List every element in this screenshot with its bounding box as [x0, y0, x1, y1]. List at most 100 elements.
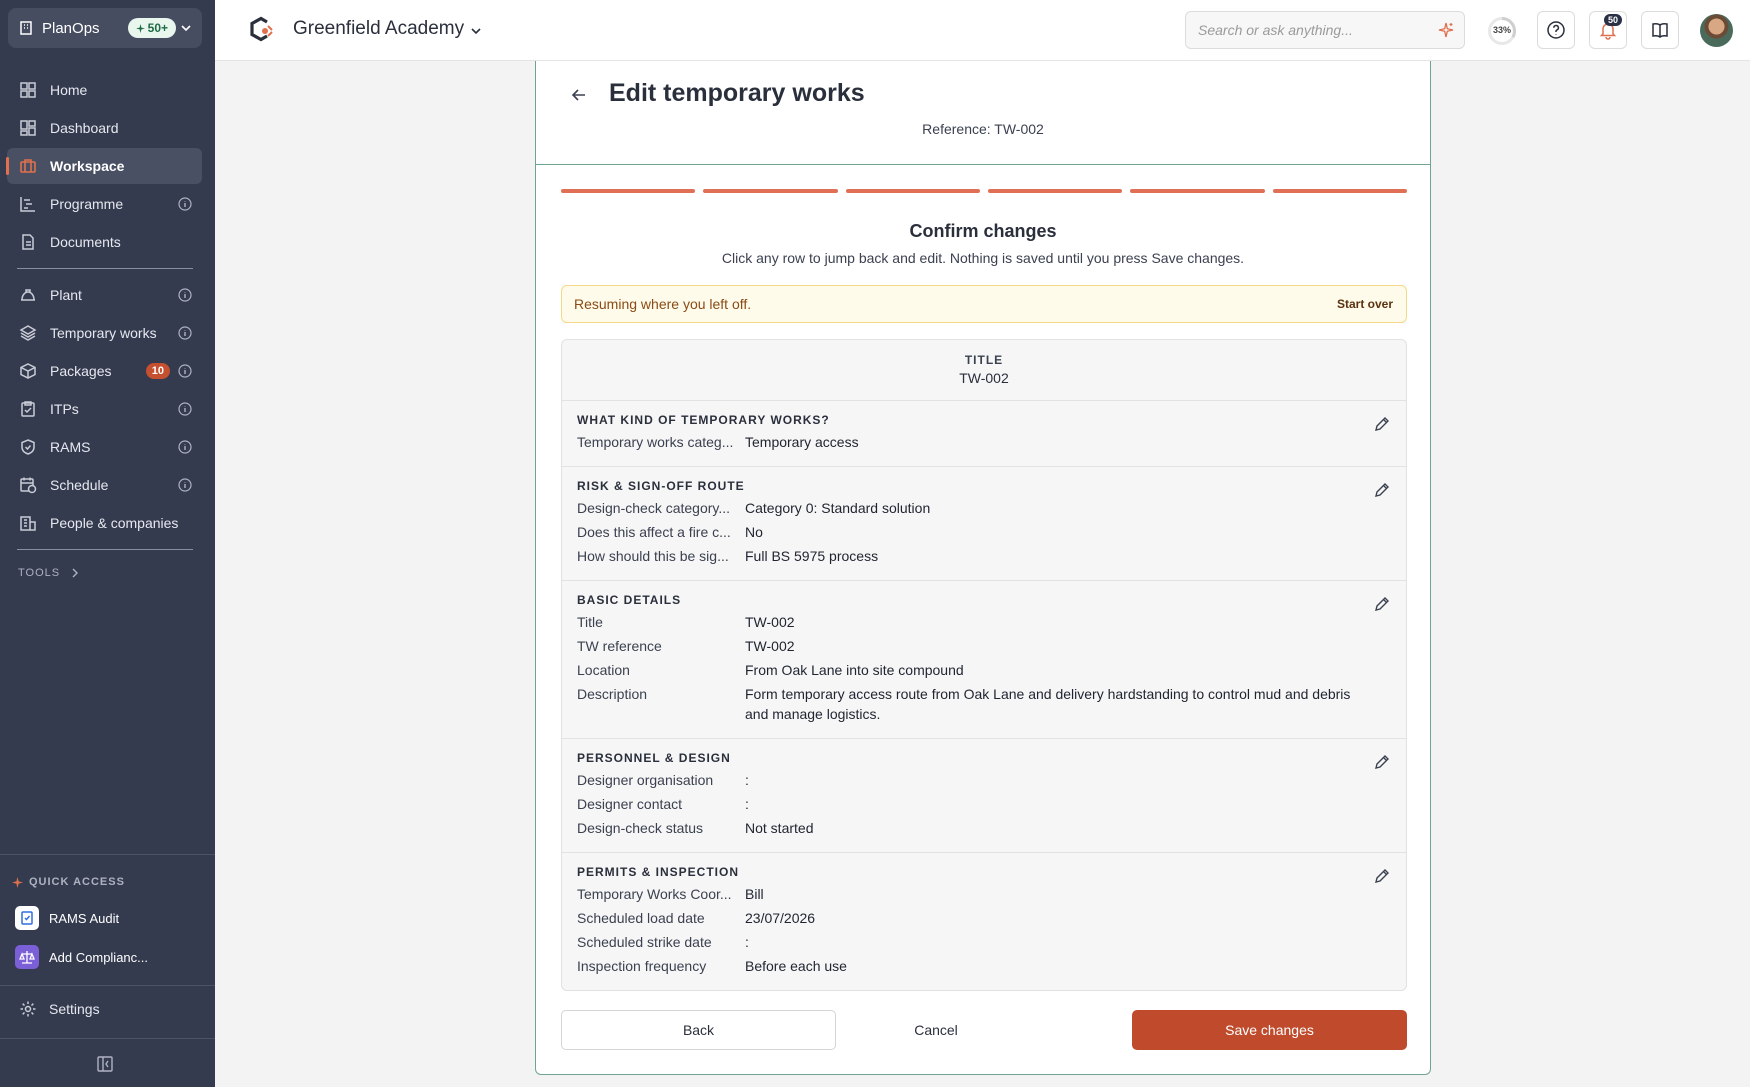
- org-switcher[interactable]: PlanOps 50+: [8, 8, 202, 48]
- ai-sparkle-icon[interactable]: [1438, 22, 1454, 38]
- search-input[interactable]: [1186, 12, 1416, 48]
- row-value: Before each use: [745, 958, 847, 974]
- document-icon: [22, 234, 34, 250]
- pencil-icon[interactable]: [1373, 415, 1391, 433]
- tools-section-toggle[interactable]: TOOLS: [0, 558, 215, 588]
- summary-row[interactable]: Description Form temporary access route f…: [577, 684, 1391, 724]
- sidebar-item-workspace[interactable]: Workspace: [6, 148, 202, 184]
- guide-button[interactable]: [1641, 11, 1679, 49]
- layers-icon: [19, 325, 37, 341]
- step-indicator[interactable]: [1130, 189, 1265, 193]
- summary-section-risk[interactable]: RISK & SIGN-OFF ROUTE Design-check categ…: [562, 467, 1406, 581]
- summary-row[interactable]: TW reference TW-002: [577, 636, 1391, 656]
- step-indicator[interactable]: [1272, 189, 1407, 193]
- back-arrow-icon[interactable]: [569, 85, 589, 105]
- summary-section-basic-details[interactable]: BASIC DETAILS Title TW-002 TW reference TW…: [562, 581, 1406, 739]
- setup-progress-ring[interactable]: 33%: [1487, 16, 1517, 46]
- sidebar-item-documents[interactable]: Documents: [7, 224, 202, 260]
- info-icon[interactable]: [178, 197, 192, 211]
- summary-row[interactable]: Design-check status Not started: [577, 818, 1391, 838]
- sidebar-item-plant[interactable]: Plant: [7, 277, 202, 313]
- row-value: Not started: [745, 820, 814, 836]
- credits-badge-value: 50+: [147, 21, 168, 35]
- step-progress: [561, 189, 1407, 193]
- info-icon[interactable]: [178, 364, 192, 378]
- quick-access-add-compliance[interactable]: Add Complianc...: [15, 944, 148, 970]
- sidebar-item-label: RAMS: [50, 439, 91, 455]
- summary-row[interactable]: Designer organisation:: [577, 770, 1391, 790]
- section-heading: PERMITS & INSPECTION: [577, 865, 740, 879]
- sidebar-item-home[interactable]: Home: [7, 72, 202, 108]
- row-value: :: [745, 934, 749, 950]
- section-heading: PERSONNEL & DESIGN: [577, 751, 731, 765]
- start-over-button[interactable]: Start over: [1337, 297, 1393, 311]
- info-icon[interactable]: [178, 478, 192, 492]
- notification-count: 50: [1603, 14, 1622, 26]
- pencil-icon[interactable]: [1373, 867, 1391, 885]
- collapse-sidebar-icon[interactable]: [96, 1055, 114, 1073]
- user-avatar[interactable]: [1700, 14, 1733, 47]
- summary-row[interactable]: Temporary Works Coor... Bill: [577, 884, 1391, 904]
- quick-access-label: Add Complianc...: [49, 949, 148, 965]
- summary-row[interactable]: Scheduled strike date:: [577, 932, 1391, 952]
- back-button[interactable]: Back: [561, 1010, 836, 1050]
- sidebar-item-dashboard[interactable]: Dashboard: [7, 110, 202, 146]
- pencil-icon[interactable]: [1373, 481, 1391, 499]
- sidebar-item-itps[interactable]: ITPs: [7, 391, 202, 427]
- step-indicator[interactable]: [703, 189, 838, 193]
- section-heading: RISK & SIGN-OFF ROUTE: [577, 479, 745, 493]
- sidebar-item-programme[interactable]: Programme: [7, 186, 202, 222]
- sidebar-item-label: Workspace: [50, 158, 125, 174]
- chevron-down-icon[interactable]: [469, 24, 483, 38]
- scales-icon: [15, 945, 39, 969]
- info-icon[interactable]: [178, 326, 192, 340]
- row-label: Designer contact: [577, 796, 683, 812]
- app-logo-icon[interactable]: [247, 16, 275, 44]
- row-label: Does this affect a fire c...: [577, 524, 731, 540]
- dashboard-icon: [20, 120, 36, 136]
- step-indicator[interactable]: [845, 189, 980, 193]
- row-label: How should this be sig...: [577, 548, 729, 564]
- summary-row[interactable]: Designer contact:: [577, 794, 1391, 814]
- packages-count-badge: 10: [145, 363, 170, 379]
- row-label: Inspection frequency: [577, 958, 707, 974]
- help-button[interactable]: [1537, 11, 1575, 49]
- sidebar-item-packages[interactable]: Packages 10: [7, 353, 202, 389]
- settings-label: Settings: [49, 1001, 100, 1017]
- summary-section-kind[interactable]: WHAT KIND OF TEMPORARY WORKS? Temporary …: [562, 401, 1406, 467]
- pencil-icon[interactable]: [1373, 753, 1391, 771]
- project-name[interactable]: Greenfield Academy: [293, 18, 464, 40]
- sidebar-item-temporary-works[interactable]: Temporary works: [7, 315, 202, 351]
- summary-title-row[interactable]: TITLE TW-002: [562, 340, 1406, 401]
- notifications-button[interactable]: 50: [1589, 11, 1627, 49]
- summary-row[interactable]: Inspection frequency Before each use: [577, 956, 1391, 976]
- summary-row[interactable]: Title TW-002: [577, 612, 1391, 632]
- summary-row[interactable]: Does this affect a fire c... No: [577, 522, 1391, 542]
- summary-section-permits[interactable]: PERMITS & INSPECTION Temporary Works Coo…: [562, 853, 1406, 990]
- page-title: Edit temporary works: [609, 79, 865, 107]
- summary-row[interactable]: Temporary works categ... Temporary access: [577, 432, 1391, 452]
- info-icon[interactable]: [178, 288, 192, 302]
- info-icon[interactable]: [178, 440, 192, 454]
- sidebar-item-settings[interactable]: Settings: [19, 1000, 100, 1018]
- section-heading: WHAT KIND OF TEMPORARY WORKS?: [577, 413, 830, 427]
- search-box[interactable]: [1185, 11, 1465, 49]
- quick-access-rams-audit[interactable]: RAMS Audit: [15, 905, 119, 931]
- summary-row[interactable]: Scheduled load date 23/07/2026: [577, 908, 1391, 928]
- summary-row[interactable]: Design-check category... Category 0: Stan…: [577, 498, 1391, 518]
- sidebar-item-rams[interactable]: RAMS: [7, 429, 202, 465]
- row-label: Description: [577, 686, 648, 702]
- summary-row[interactable]: Location From Oak Lane into site compound: [577, 660, 1391, 680]
- sidebar-item-people-companies[interactable]: People & companies: [7, 505, 202, 541]
- step-indicator[interactable]: [561, 189, 696, 193]
- save-changes-button[interactable]: Save changes: [1132, 1010, 1407, 1050]
- sidebar-item-schedule[interactable]: Schedule: [7, 467, 202, 503]
- info-icon[interactable]: [178, 402, 192, 416]
- summary-row[interactable]: How should this be sig... Full BS 5975 pr…: [577, 546, 1391, 566]
- cancel-button[interactable]: Cancel: [871, 1010, 1001, 1050]
- row-value: No: [745, 524, 763, 540]
- step-indicator[interactable]: [987, 189, 1123, 193]
- pencil-icon[interactable]: [1373, 595, 1391, 613]
- row-label: Temporary works categ...: [577, 434, 734, 450]
- summary-section-personnel[interactable]: PERSONNEL & DESIGN Designer organisation…: [562, 739, 1406, 853]
